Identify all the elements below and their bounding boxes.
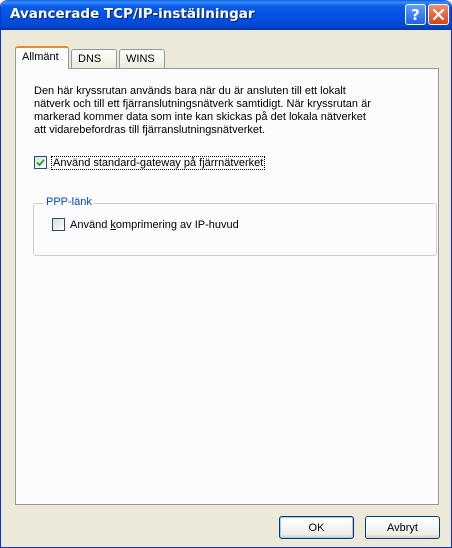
label-part: Använd bbox=[70, 218, 111, 231]
window-title: Avancerade TCP/IP-inställningar bbox=[10, 6, 255, 22]
description-line: att vidarebefordras till fjärranslutning… bbox=[34, 124, 266, 136]
gateway-checkbox[interactable] bbox=[34, 156, 47, 169]
tab-general[interactable]: Allmänt bbox=[15, 46, 69, 69]
description-text: Den här kryssrutan används bara när du ä… bbox=[34, 85, 434, 137]
description-line: nätverk och till ett fjärranslutningsnät… bbox=[34, 98, 371, 110]
tab-wins[interactable]: WINS bbox=[119, 49, 165, 69]
tab-label: WINS bbox=[126, 53, 155, 65]
help-icon: ? bbox=[411, 5, 420, 24]
checkmark-icon bbox=[36, 159, 45, 167]
ppp-group-title: PPP-länk bbox=[44, 196, 94, 208]
label-part: omprimering av IP-huvud bbox=[115, 218, 239, 231]
close-icon bbox=[433, 9, 444, 20]
cancel-button[interactable]: Avbryt bbox=[365, 516, 440, 539]
tab-label: DNS bbox=[78, 53, 102, 65]
tab-panel-general: Den här kryssrutan används bara när du ä… bbox=[15, 68, 439, 505]
gateway-checkbox-row[interactable]: Använd standard-gateway på fjärrnätverke… bbox=[34, 155, 266, 170]
gateway-checkbox-label[interactable]: Använd standard-gateway på fjärrnätverke… bbox=[50, 155, 266, 170]
compression-checkbox-label[interactable]: Använd komprimering av IP-huvud bbox=[70, 219, 239, 231]
title-bar[interactable]: Avancerade TCP/IP-inställningar ? bbox=[1, 0, 451, 30]
compression-checkbox[interactable] bbox=[52, 218, 65, 231]
description-line: Den här kryssrutan används bara när du ä… bbox=[34, 85, 346, 97]
tab-label: Allmänt bbox=[22, 51, 59, 63]
dialog-window: Avancerade TCP/IP-inställningar ? Allmän… bbox=[0, 0, 452, 548]
ok-button[interactable]: OK bbox=[279, 516, 354, 539]
help-button[interactable]: ? bbox=[405, 4, 426, 25]
close-button[interactable] bbox=[428, 4, 449, 25]
ppp-link-group: PPP-länk Använd komprimering av IP-huvud bbox=[33, 196, 437, 256]
description-line: markerad kommer data som inte kan skicka… bbox=[34, 111, 366, 123]
compression-checkbox-row[interactable]: Använd komprimering av IP-huvud bbox=[52, 218, 239, 231]
tab-dns[interactable]: DNS bbox=[71, 49, 117, 69]
